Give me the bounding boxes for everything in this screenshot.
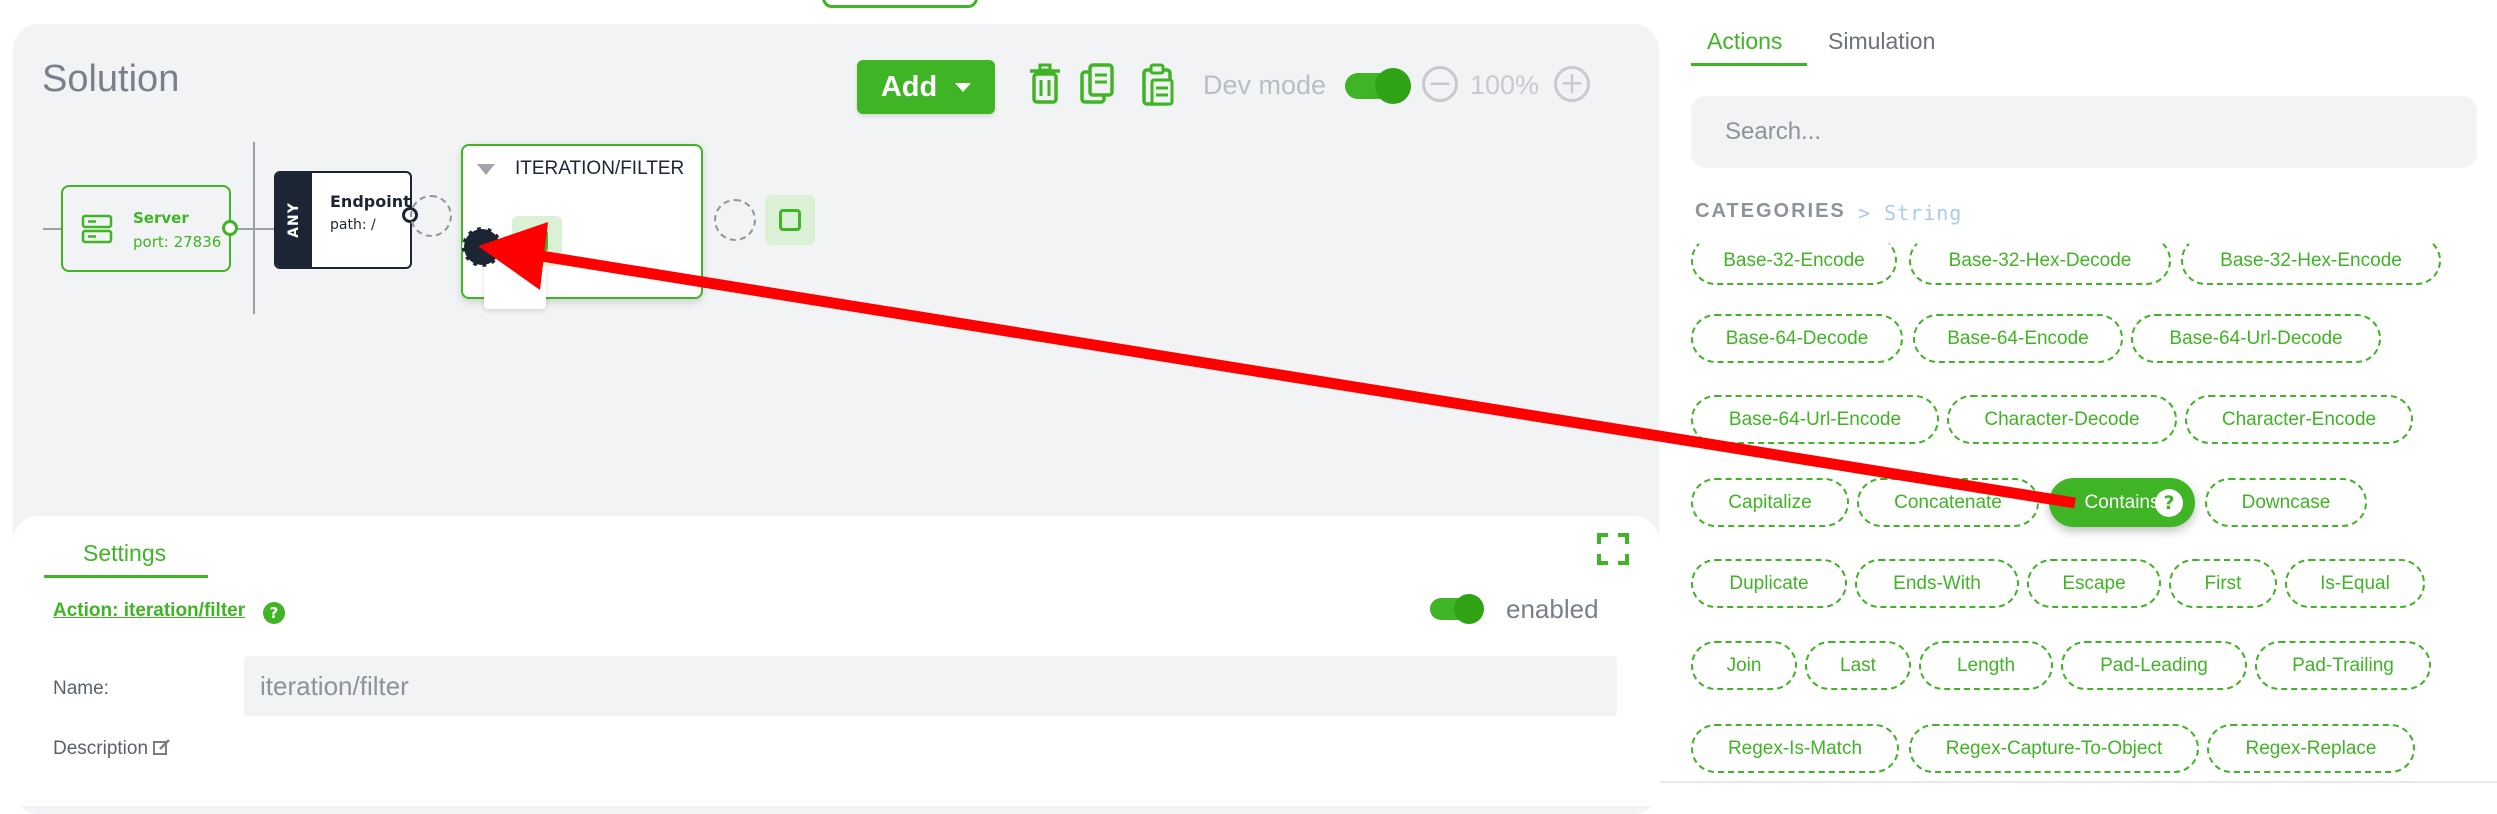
paste-icon[interactable] bbox=[1138, 62, 1178, 108]
tab-actions[interactable]: Actions bbox=[1707, 28, 1782, 55]
page-title: Solution bbox=[42, 58, 180, 100]
category-breadcrumb[interactable]: > String bbox=[1858, 201, 1962, 225]
server-icon bbox=[81, 214, 113, 244]
server-port-text: port: 27836 bbox=[133, 233, 222, 251]
help-glyph: ? bbox=[2163, 492, 2175, 514]
chip-last[interactable]: Last bbox=[1805, 641, 1911, 690]
chip-pad-trailing[interactable]: Pad-Trailing bbox=[2255, 641, 2431, 690]
connector-line bbox=[43, 228, 61, 230]
trash-icon[interactable] bbox=[1025, 62, 1065, 108]
chip-duplicate[interactable]: Duplicate bbox=[1691, 559, 1847, 608]
settings-tab-underline bbox=[44, 575, 208, 578]
add-button-label: Add bbox=[880, 70, 938, 103]
chip-escape[interactable]: Escape bbox=[2027, 559, 2161, 608]
name-input[interactable] bbox=[244, 656, 1617, 716]
toggle-knob bbox=[1375, 68, 1411, 104]
chip-regex-capture-to-object[interactable]: Regex-Capture-To-Object bbox=[1909, 724, 2199, 773]
minus-icon: − bbox=[1427, 66, 1453, 101]
enabled-label: enabled bbox=[1506, 594, 1599, 624]
zoom-out-button[interactable]: − bbox=[1422, 66, 1458, 102]
server-output-port[interactable] bbox=[222, 220, 238, 236]
server-node[interactable]: Server port: 27836 bbox=[61, 185, 231, 272]
name-label: Name: bbox=[53, 678, 109, 699]
expand-icon[interactable] bbox=[1596, 532, 1630, 566]
connector-line bbox=[253, 142, 255, 314]
end-node-box[interactable] bbox=[765, 195, 815, 245]
next-drop-slot[interactable] bbox=[714, 199, 756, 241]
chip-base-64-url-decode[interactable]: Base-64-Url-Decode bbox=[2131, 314, 2381, 363]
chip-base-32-encode[interactable]: Base-32-Encode bbox=[1691, 236, 1897, 285]
plus-icon: + bbox=[1559, 66, 1585, 101]
method-label: ANY bbox=[285, 202, 302, 238]
actions-tab-underline bbox=[1691, 63, 1807, 66]
method-band: ANY bbox=[276, 173, 312, 267]
chip-concatenate[interactable]: Concatenate bbox=[1857, 478, 2039, 527]
collapse-caret-icon[interactable] bbox=[477, 164, 495, 175]
zoom-in-button[interactable]: + bbox=[1554, 66, 1590, 102]
chip-base-32-hex-encode[interactable]: Base-32-Hex-Encode bbox=[2181, 236, 2441, 285]
square-icon bbox=[526, 230, 548, 252]
help-icon[interactable]: ? bbox=[263, 602, 285, 624]
caret-down-icon bbox=[955, 82, 972, 92]
top-tab-edge bbox=[822, 0, 978, 8]
tab-settings[interactable]: Settings bbox=[83, 540, 166, 567]
endpoint-drop-slot[interactable] bbox=[410, 195, 452, 237]
chip-join[interactable]: Join bbox=[1691, 641, 1797, 690]
tab-simulation[interactable]: Simulation bbox=[1828, 28, 1935, 55]
help-icon[interactable]: ? bbox=[2155, 489, 2183, 517]
endpoint-path: path: / bbox=[330, 217, 376, 233]
categories-label: CATEGORIES bbox=[1695, 200, 1846, 222]
chip-ends-with[interactable]: Ends-With bbox=[1855, 559, 2019, 608]
toggle-knob bbox=[1454, 594, 1484, 624]
enabled-toggle[interactable] bbox=[1430, 594, 1484, 624]
edit-icon[interactable] bbox=[153, 738, 171, 756]
endpoint-node[interactable]: ANY Endpoint path: / bbox=[274, 171, 412, 269]
chip-character-encode[interactable]: Character-Encode bbox=[2185, 395, 2413, 444]
search-input[interactable] bbox=[1691, 96, 2477, 168]
dev-mode-toggle[interactable] bbox=[1345, 68, 1411, 104]
panel-bottom-divider bbox=[1660, 781, 2497, 783]
chip-base-64-url-encode[interactable]: Base-64-Url-Encode bbox=[1691, 395, 1939, 444]
chip-base-64-encode[interactable]: Base-64-Encode bbox=[1913, 314, 2123, 363]
chip-downcase[interactable]: Downcase bbox=[2205, 478, 2367, 527]
inner-end-box[interactable] bbox=[512, 216, 562, 266]
chip-length[interactable]: Length bbox=[1919, 641, 2053, 690]
description-text: Description bbox=[53, 738, 149, 759]
connector-line bbox=[238, 228, 274, 230]
zoom-level: 100% bbox=[1470, 70, 1540, 100]
chip-regex-replace[interactable]: Regex-Replace bbox=[2207, 724, 2415, 773]
chip-capitalize[interactable]: Capitalize bbox=[1691, 478, 1849, 527]
chip-pad-leading[interactable]: Pad-Leading bbox=[2061, 641, 2247, 690]
chip-base-64-decode[interactable]: Base-64-Decode bbox=[1691, 314, 1903, 363]
square-icon bbox=[779, 209, 801, 231]
add-button[interactable]: Add bbox=[857, 60, 995, 114]
chip-is-equal[interactable]: Is-Equal bbox=[2285, 559, 2425, 608]
chip-regex-is-match[interactable]: Regex-Is-Match bbox=[1691, 724, 1899, 773]
chip-base-32-hex-decode[interactable]: Base-32-Hex-Decode bbox=[1909, 236, 2171, 285]
chip-contains-label: Contains bbox=[2084, 491, 2160, 513]
chip-first[interactable]: First bbox=[2169, 559, 2277, 608]
drop-target-slot[interactable] bbox=[462, 227, 502, 267]
iteration-title: ITERATION/FILTER bbox=[515, 158, 685, 179]
server-title: Server bbox=[133, 209, 189, 227]
help-glyph: ? bbox=[269, 604, 279, 622]
description-label: Description bbox=[53, 738, 171, 760]
chip-character-decode[interactable]: Character-Decode bbox=[1947, 395, 2177, 444]
endpoint-title: Endpoint bbox=[330, 192, 411, 211]
action-link[interactable]: Action: iteration/filter bbox=[53, 600, 245, 622]
copy-icon[interactable] bbox=[1077, 62, 1117, 108]
dev-mode-label: Dev mode bbox=[1203, 70, 1327, 100]
